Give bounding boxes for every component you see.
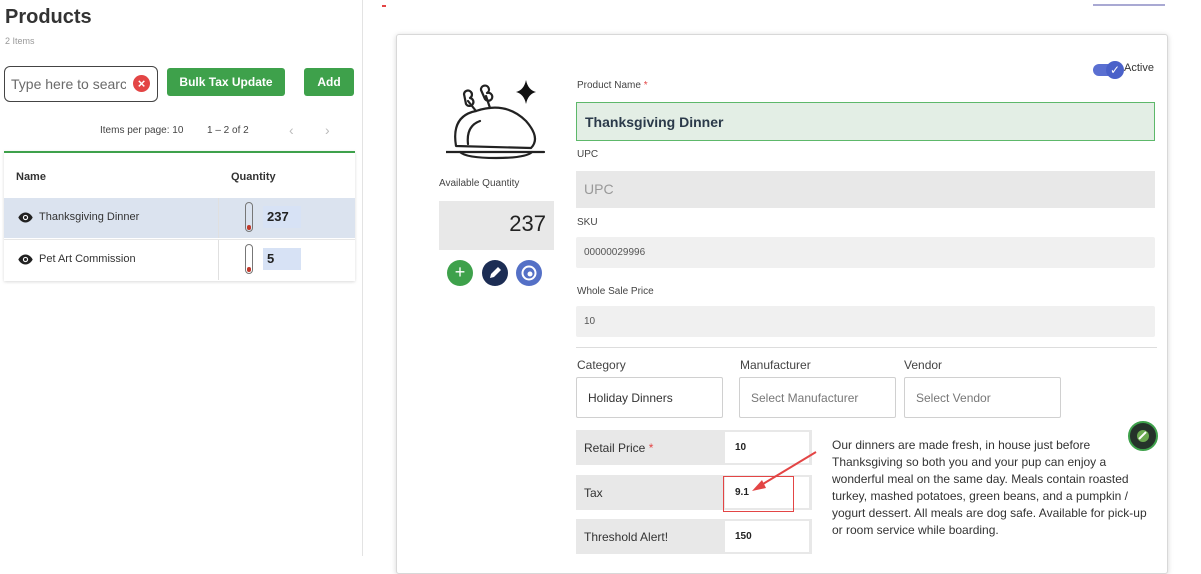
threshold-label: Threshold Alert!	[584, 530, 669, 544]
search-input[interactable]	[11, 75, 126, 93]
column-header-quantity[interactable]: Quantity	[231, 171, 276, 183]
available-quantity-value: 237	[509, 211, 546, 236]
history-gear-icon	[521, 265, 537, 281]
manufacturer-select[interactable]: Select Manufacturer	[739, 377, 896, 418]
manufacturer-label: Manufacturer	[740, 358, 811, 372]
product-name-field[interactable]: Thanksgiving Dinner	[576, 102, 1155, 141]
active-label: Active	[1124, 62, 1154, 74]
upc-placeholder: UPC	[584, 181, 614, 197]
active-toggle[interactable]: ✓	[1093, 61, 1124, 79]
assistant-fab-icon[interactable]	[1128, 421, 1158, 451]
product-name-cell: Thanksgiving Dinner	[39, 211, 140, 223]
products-panel: Products 2 Items × Bulk Tax Update Add I…	[0, 0, 363, 556]
section-divider	[576, 347, 1157, 348]
sku-label: SKU	[577, 217, 598, 228]
pagination-range: 1 – 2 of 2	[207, 125, 249, 136]
check-icon: ✓	[1106, 61, 1124, 79]
history-settings-button[interactable]	[516, 260, 542, 286]
threshold-input[interactable]: 150	[725, 521, 809, 552]
edit-quantity-button[interactable]	[482, 260, 508, 286]
sku-field[interactable]: 00000029996	[576, 237, 1155, 268]
annotation-arrow-icon	[752, 451, 817, 491]
category-value: Holiday Dinners	[588, 391, 673, 405]
table-row[interactable]: Pet Art Commission 5	[4, 240, 355, 280]
turkey-icon	[446, 80, 546, 160]
threshold-row: Threshold Alert! 150	[576, 519, 812, 554]
chevron-left-icon[interactable]: ‹	[289, 122, 294, 138]
product-name-value: Thanksgiving Dinner	[585, 114, 724, 130]
vendor-label: Vendor	[904, 358, 943, 372]
product-name-cell: Pet Art Commission	[39, 253, 136, 265]
cell-divider	[218, 240, 219, 280]
chevron-right-icon[interactable]: ›	[325, 122, 330, 138]
available-quantity-label: Available Quantity	[439, 178, 520, 189]
table-row[interactable]: Thanksgiving Dinner 237	[4, 198, 355, 238]
pencil-icon	[490, 267, 501, 278]
eye-icon[interactable]	[18, 211, 33, 224]
products-table: Name Quantity Thanksgiving Dinner 237 Pe…	[4, 151, 355, 281]
quantity-cell[interactable]: 5	[263, 248, 301, 270]
cell-divider	[218, 198, 219, 238]
tab-underline	[1093, 4, 1165, 6]
vendor-placeholder: Select Vendor	[916, 391, 991, 405]
eye-icon[interactable]	[18, 253, 33, 266]
clear-search-icon[interactable]: ×	[133, 75, 150, 92]
thermometer-icon	[245, 202, 253, 232]
thermometer-icon	[245, 244, 253, 274]
bulk-tax-update-button[interactable]: Bulk Tax Update	[167, 68, 285, 96]
item-count: 2 Items	[5, 36, 35, 46]
vendor-select[interactable]: Select Vendor	[904, 377, 1061, 418]
upc-field[interactable]: UPC	[576, 171, 1155, 208]
category-select[interactable]: Holiday Dinners	[576, 377, 723, 418]
wholesale-price-value: 10	[584, 316, 596, 327]
search-box: ×	[4, 66, 158, 102]
product-name-label: Product Name *	[577, 80, 648, 91]
add-product-button[interactable]: Add	[304, 68, 354, 96]
wholesale-price-field[interactable]: 10	[576, 306, 1155, 337]
column-header-name[interactable]: Name	[16, 171, 46, 183]
sku-value: 00000029996	[584, 247, 646, 258]
page-title: Products	[5, 6, 92, 28]
items-per-page-select[interactable]: Items per page: 10	[100, 125, 183, 136]
quantity-cell[interactable]: 237	[263, 206, 301, 228]
tax-label: Tax	[584, 486, 603, 500]
add-quantity-button[interactable]: +	[447, 260, 473, 286]
upc-label: UPC	[577, 149, 599, 160]
manufacturer-placeholder: Select Manufacturer	[751, 391, 859, 405]
indicator-mark	[382, 5, 386, 7]
retail-price-label: Retail Price *	[584, 441, 654, 455]
wholesale-price-label: Whole Sale Price	[577, 286, 654, 297]
product-description[interactable]: Our dinners are made fresh, in house jus…	[826, 430, 1156, 539]
category-label: Category	[577, 358, 626, 372]
available-quantity-box: 237	[439, 201, 554, 250]
